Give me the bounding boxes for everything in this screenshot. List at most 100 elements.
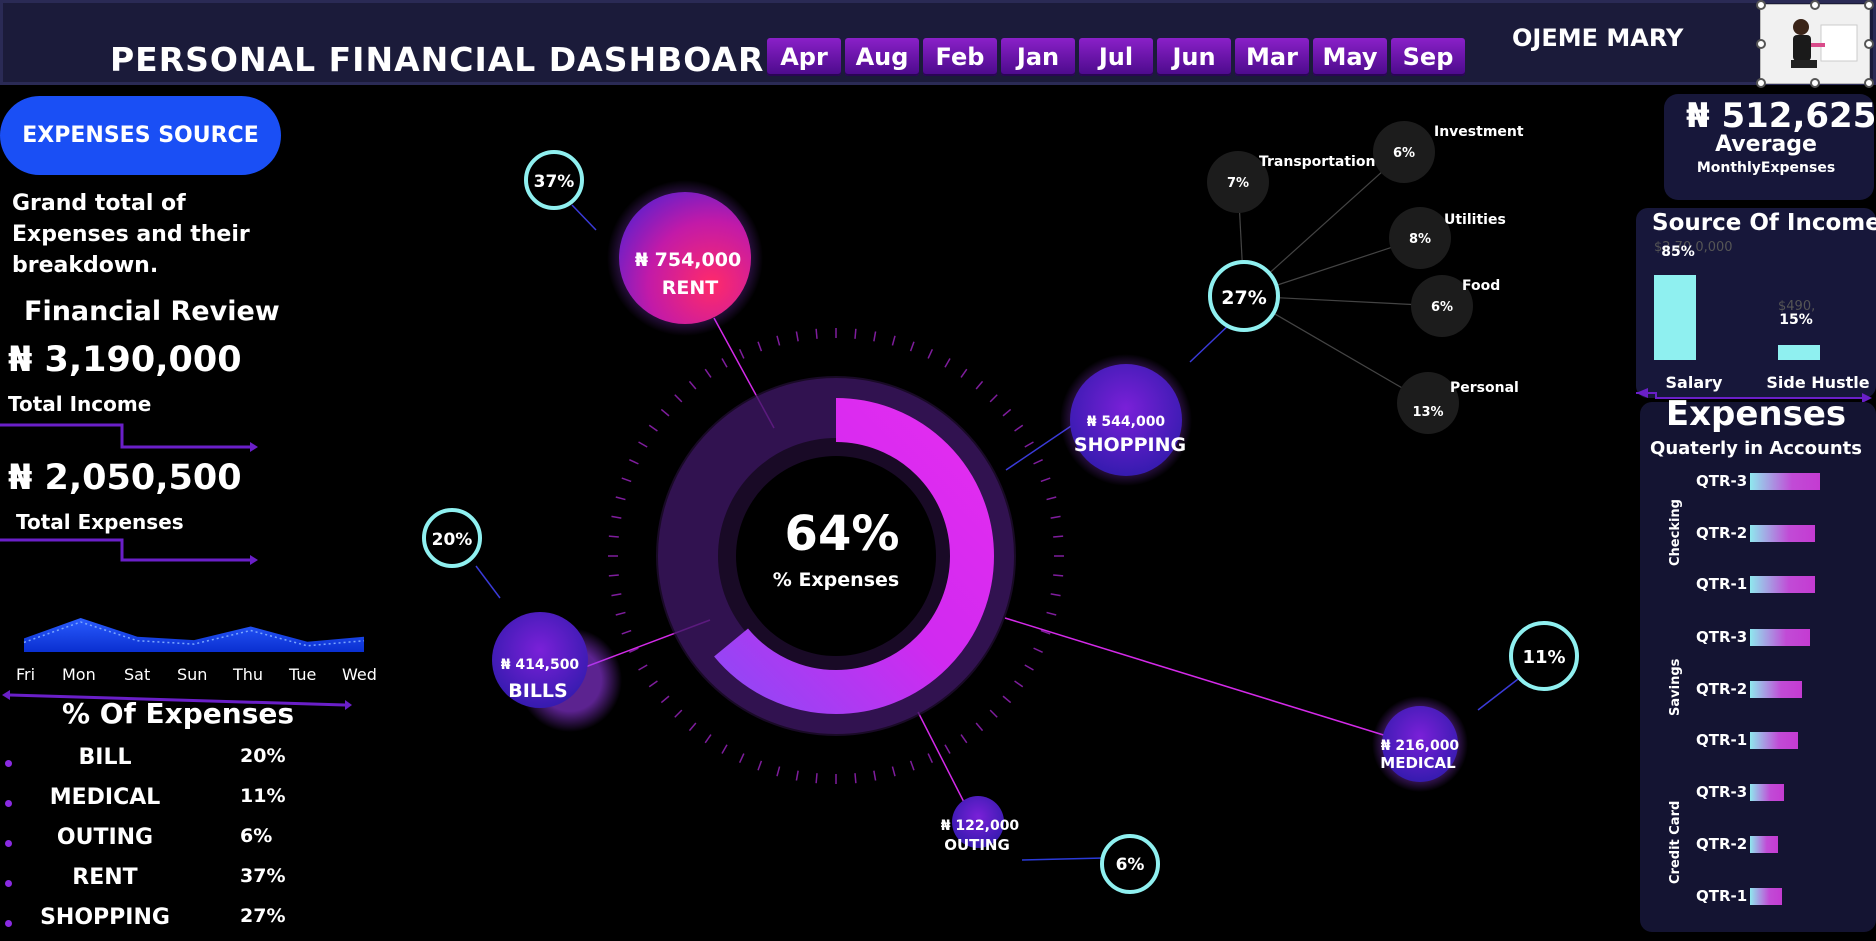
tick-mark (638, 441, 648, 448)
quarter-label: QTR-1 (1696, 575, 1748, 593)
expense-pct: 27% (240, 905, 286, 927)
quarter-bar (1750, 629, 1810, 646)
tick-mark (721, 358, 728, 368)
month-button-feb[interactable]: Feb (923, 38, 997, 76)
tick-mark (909, 341, 915, 352)
list-item: OUTING 6% (0, 825, 300, 861)
expense-pct: 11% (240, 785, 286, 807)
tick-mark (621, 629, 632, 635)
tick-mark (704, 368, 712, 378)
shopping-pct: 27% (1221, 287, 1266, 309)
tick-mark (757, 760, 763, 771)
month-slicer: Apr Aug Feb Jan Jul Jun Mar May Sep (764, 18, 1470, 76)
quarter-label: QTR-3 (1696, 472, 1748, 490)
tick-mark (960, 368, 968, 378)
outing-pct: 6% (1116, 855, 1145, 875)
quarter-label: QTR-2 (1696, 835, 1748, 853)
data-label: 15% (1779, 312, 1813, 328)
bullet-icon (5, 760, 12, 767)
resize-handle[interactable] (1756, 39, 1766, 49)
tick-mark (1002, 695, 1012, 704)
resize-handle[interactable] (1864, 78, 1874, 88)
resize-handle[interactable] (1864, 39, 1874, 49)
total-income-value: ₦ 3,190,000 (8, 340, 242, 380)
bills-amount: ₦ 414,500 (501, 657, 580, 673)
tick-mark (815, 328, 818, 339)
tick-mark (944, 744, 951, 754)
axis-tick-label: Side Hustle (1766, 373, 1869, 392)
donut-value: 64% (785, 506, 900, 562)
income-bar (1778, 345, 1820, 360)
tick-mark (674, 394, 683, 403)
average-value: ₦ 512,625 (1686, 96, 1876, 136)
shopping-amount: ₦ 544,000 (1087, 414, 1166, 430)
tick-mark (704, 734, 712, 744)
pct-of-expenses-title: % Of Expenses (62, 697, 295, 730)
group-label: Credit Card (1668, 800, 1683, 884)
area-series (24, 618, 364, 652)
month-button-mar[interactable]: Mar (1235, 38, 1309, 76)
expenses-bubble-chart: 64% % Expenses ₦ 754,000 RENT ₦ 544,000 … (422, 121, 1579, 894)
description-text: Grand total of Expenses and their breakd… (12, 191, 250, 278)
quarter-label: QTR-2 (1696, 524, 1748, 542)
bullet-icon (5, 800, 12, 807)
quarter-bar (1750, 784, 1784, 801)
tick-mark (629, 458, 639, 465)
axis-tick-label: Mon (62, 665, 96, 684)
rent-pct: 37% (534, 172, 575, 192)
breakdown-label: Utilities (1444, 212, 1506, 228)
resize-handle[interactable] (1756, 0, 1766, 10)
tick-mark (1046, 496, 1057, 501)
breakdown-pct: 13% (1412, 405, 1443, 420)
rent-amount: ₦ 754,000 (635, 249, 741, 271)
bullet-icon (5, 840, 12, 847)
total-income-label: Total Income (8, 392, 152, 416)
tick-mark (960, 734, 968, 744)
tick-mark (738, 349, 745, 359)
tick-mark (1002, 408, 1012, 417)
tick-mark (1050, 593, 1061, 597)
tick-mark (608, 535, 619, 538)
axis-tick-label: Wed (342, 665, 377, 684)
quarter-label: QTR-2 (1696, 680, 1748, 698)
daily-expenses-area-chart (23, 618, 365, 652)
breakdown-pct: 7% (1227, 176, 1249, 191)
resize-handle[interactable] (1756, 78, 1766, 88)
quarter-bar (1750, 473, 1820, 490)
month-button-sep[interactable]: Sep (1391, 38, 1465, 76)
expenses-source-button[interactable]: EXPENSES SOURCE (0, 96, 281, 175)
resize-handle[interactable] (1864, 0, 1874, 10)
breakdown-label: Food (1462, 278, 1500, 294)
quarter-bar (1750, 576, 1815, 593)
quarter-label: QTR-3 (1696, 628, 1748, 646)
resize-handle[interactable] (1810, 0, 1820, 10)
month-button-jun[interactable]: Jun (1157, 38, 1231, 76)
tick-mark (1046, 611, 1057, 616)
tick-mark (660, 408, 670, 417)
expense-category: SHOPPING (40, 905, 170, 930)
quarter-label: QTR-3 (1696, 783, 1748, 801)
outing-amount: ₦ 122,000 (941, 818, 1020, 834)
month-button-jan[interactable]: Jan (1001, 38, 1075, 76)
tick-mark (795, 770, 799, 781)
tick-mark (1014, 680, 1024, 688)
average-label: Average (1715, 132, 1817, 157)
tick-mark (648, 680, 658, 688)
medical-name: MEDICAL (1380, 754, 1456, 772)
month-button-may[interactable]: May (1313, 38, 1387, 76)
shopping-name: SHOPPING (1074, 434, 1186, 456)
income-bar (1654, 275, 1696, 360)
expense-category: MEDICAL (49, 785, 161, 810)
bullet-icon (5, 920, 12, 927)
donut-label: % Expenses (773, 569, 899, 591)
month-button-aug[interactable]: Aug (845, 38, 919, 76)
resize-handle[interactable] (1810, 78, 1820, 88)
avatar[interactable] (1756, 0, 1874, 88)
breakdown-pct: 8% (1409, 232, 1431, 247)
month-button-jul[interactable]: Jul (1079, 38, 1153, 76)
income-bar-chart: $2,70 0,000 $490, 85% 15% Salary Side Hu… (1636, 240, 1872, 402)
tick-mark (688, 380, 697, 390)
list-item: SHOPPING 27% (0, 905, 300, 941)
tick-mark (611, 515, 622, 519)
month-button-apr[interactable]: Apr (767, 38, 841, 76)
